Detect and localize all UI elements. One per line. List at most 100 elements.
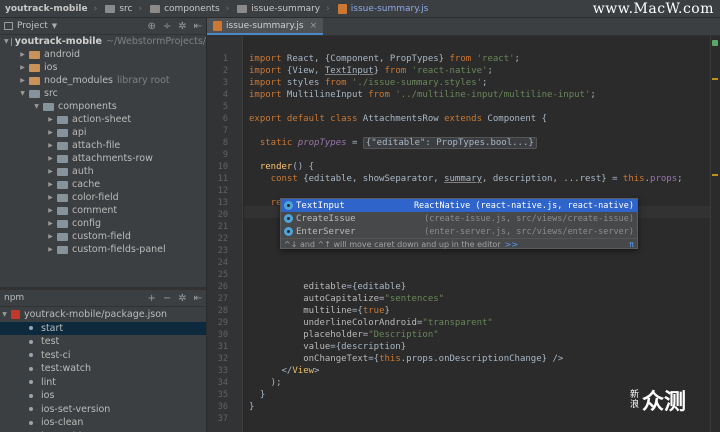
navigation-bar: youtrack-mobile › src › components › issue-…	[0, 0, 720, 18]
add-icon[interactable]: +	[147, 293, 155, 304]
inspection-ok-icon[interactable]	[712, 40, 718, 46]
tree-item[interactable]: ▶ node_modules library root	[0, 74, 206, 87]
logo-char: 新	[630, 390, 640, 400]
script-icon	[29, 339, 33, 344]
chevron-right-icon[interactable]: ▶	[46, 246, 55, 253]
completion-item[interactable]: CreateIssue (create-issue.js, src/views/c…	[281, 212, 637, 225]
folder-icon	[29, 63, 40, 72]
tree-item[interactable]: ▶ color-field	[0, 191, 206, 204]
npm-script-item[interactable]: ios-clean	[0, 416, 206, 430]
tree-item[interactable]: ▶ attachments-row	[0, 152, 206, 165]
code-completion-popup: TextInput ReactNative (react-native.js, r…	[280, 198, 638, 249]
code-line: editable={editable}	[303, 282, 407, 292]
project-view-selector[interactable]: Project ▼	[4, 21, 57, 31]
npm-panel-header: npm + − ✲ ⇤	[0, 290, 206, 307]
completion-location: (create-issue.js, src/views/create-issue…	[424, 213, 634, 224]
npm-script-item[interactable]: ios	[0, 389, 206, 403]
gear-icon[interactable]: ✲	[178, 21, 186, 32]
tree-item[interactable]: ▶ custom-fields-panel	[0, 243, 206, 256]
chevron-right-icon[interactable]: ▶	[18, 77, 27, 84]
sync-icon[interactable]: ⊕	[147, 21, 155, 32]
chevron-right-icon[interactable]: ▶	[46, 116, 55, 123]
line-number: 23	[217, 246, 228, 256]
chevron-right-icon[interactable]: ▶	[46, 220, 55, 227]
warning-marker[interactable]	[712, 78, 718, 80]
tree-item[interactable]: ▶ android	[0, 48, 206, 61]
error-stripe[interactable]	[710, 36, 720, 432]
close-icon[interactable]: ×	[310, 21, 318, 31]
watermark: www.MacW.com	[592, 1, 714, 17]
chevron-right-icon[interactable]: ▶	[46, 207, 55, 214]
tree-item[interactable]: ▶ ios	[0, 61, 206, 74]
tree-item-label: custom-fields-panel	[72, 244, 166, 255]
minus-icon[interactable]: −	[163, 293, 171, 304]
line-number: 24	[217, 258, 228, 268]
npm-script-item[interactable]: lint	[0, 376, 206, 390]
chevron-right-icon[interactable]: ▶	[46, 181, 55, 188]
line-number: 20	[217, 210, 228, 220]
tree-item[interactable]: ▶ attach-file	[0, 139, 206, 152]
chevron-right-icon[interactable]: ▶	[46, 194, 55, 201]
logo-text: 众测	[642, 390, 687, 415]
code-line: }	[249, 390, 266, 400]
completion-item[interactable]: TextInput ReactNative (react-native.js, r…	[281, 199, 637, 212]
tree-item-label: custom-field	[72, 231, 131, 242]
chevron-down-icon[interactable]: ▼	[32, 103, 41, 110]
breadcrumb-file[interactable]: issue-summary.js	[335, 0, 434, 18]
npm-package-icon	[11, 310, 20, 320]
tree-item[interactable]: ▼ youtrack-mobile ~/WebstormProjects/	[0, 35, 206, 48]
chevron-right-icon[interactable]: ▶	[46, 233, 55, 240]
chevron-right-icon[interactable]: ▶	[46, 142, 55, 149]
tree-item[interactable]: ▶ action-sheet	[0, 113, 206, 126]
tree-item[interactable]: ▶ auth	[0, 165, 206, 178]
hint-link[interactable]: >>	[505, 240, 518, 249]
warning-marker[interactable]	[712, 174, 718, 176]
tree-item[interactable]: ▶ config	[0, 217, 206, 230]
editor-tab-bar: issue-summary.js ×	[207, 18, 720, 36]
chevron-right-icon[interactable]: ▶	[18, 64, 27, 71]
project-tree: ▼ youtrack-mobile ~/WebstormProjects/ ▶ andr…	[0, 35, 206, 256]
tab-issue-summary[interactable]: issue-summary.js ×	[207, 18, 324, 35]
completion-name: EnterServer	[296, 226, 356, 237]
gear-icon[interactable]: ✲	[178, 293, 186, 304]
javascript-file-icon	[213, 20, 222, 31]
tree-item-label: node_modules	[44, 75, 114, 86]
line-number: 37	[217, 414, 228, 424]
tree-item[interactable]: ▼ src	[0, 87, 206, 100]
npm-script-item[interactable]: ios-set-version	[0, 403, 206, 417]
tree-item[interactable]: ▶ comment	[0, 204, 206, 217]
npm-script-item[interactable]: test-ci	[0, 349, 206, 363]
folder-icon	[105, 4, 116, 13]
chevron-right-icon[interactable]: ▶	[46, 129, 55, 136]
pin-icon[interactable]: π	[629, 240, 634, 249]
line-number: 25	[217, 270, 228, 280]
breadcrumb-src[interactable]: src ›	[102, 0, 147, 18]
chevron-right-icon[interactable]: ▶	[18, 51, 27, 58]
breadcrumb-project[interactable]: youtrack-mobile ›	[0, 0, 102, 18]
chevron-right-icon[interactable]: ▶	[46, 155, 55, 162]
tree-item[interactable]: ▶ cache	[0, 178, 206, 191]
tree-item-label: youtrack-mobile	[14, 36, 102, 47]
completion-location: (enter-server.js, src/views/enter-server…	[424, 226, 634, 237]
breadcrumb-issue-summary[interactable]: issue-summary ›	[234, 0, 334, 18]
folder-icon	[57, 128, 68, 137]
npm-script-item[interactable]: test	[0, 335, 206, 349]
completion-item[interactable]: EnterServer (enter-server.js, src/views/e…	[281, 225, 637, 238]
npm-script-item[interactable]: test:watch	[0, 362, 206, 376]
npm-script-item[interactable]: start	[0, 321, 206, 335]
tree-item[interactable]: ▶ custom-field	[0, 230, 206, 243]
chevron-right-icon[interactable]: ▶	[46, 168, 55, 175]
chevron-right-icon: ›	[326, 3, 330, 14]
tree-item[interactable]: ▼ components	[0, 100, 206, 113]
folder-icon	[57, 219, 68, 228]
collapse-icon[interactable]: ÷	[163, 21, 171, 32]
chevron-down-icon[interactable]: ▼	[4, 38, 9, 45]
npm-package-row[interactable]: ▼ youtrack-mobile/package.json	[0, 308, 206, 322]
tree-item[interactable]: ▶ api	[0, 126, 206, 139]
npm-scripts-tree: ▼ youtrack-mobile/package.json start test…	[0, 308, 206, 432]
chevron-down-icon[interactable]: ▼	[18, 90, 27, 97]
hide-icon[interactable]: ⇤	[194, 21, 202, 32]
tree-item-detail: library root	[117, 75, 170, 86]
hide-icon[interactable]: ⇤	[194, 293, 202, 304]
breadcrumb-components[interactable]: components ›	[147, 0, 234, 18]
